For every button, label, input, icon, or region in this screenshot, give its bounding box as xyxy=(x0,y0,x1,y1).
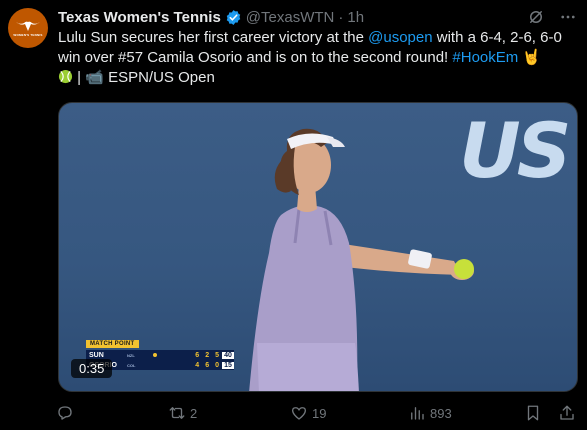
hashtag-link[interactable]: #HookEm xyxy=(452,49,518,66)
credit-text: | 📹 ESPN/US Open xyxy=(73,69,215,86)
serve-indicator-icon xyxy=(153,353,157,357)
author-handle[interactable]: @TexasWTN xyxy=(246,9,335,26)
like-count: 19 xyxy=(312,405,327,421)
tweet-text: Lulu Sun secures her first career victor… xyxy=(58,28,578,88)
tweet-text-part: Lulu Sun secures her first career victor… xyxy=(58,29,369,46)
like-icon xyxy=(291,407,307,420)
author-name[interactable]: Texas Women's Tennis xyxy=(58,9,221,26)
set-scores: 6 2 5 xyxy=(195,352,219,359)
tennis-ball-emoji xyxy=(58,69,73,84)
set-score: 2 xyxy=(205,351,210,359)
tweet-header: Texas Women's Tennis @TexasWTN · 1h xyxy=(58,7,577,27)
author-avatar[interactable]: WOMEN'S TENNIS xyxy=(8,8,48,48)
game-points: 15 xyxy=(222,361,234,369)
grok-icon[interactable] xyxy=(527,8,545,26)
bookmark-icon xyxy=(527,405,539,421)
bookmark-button[interactable] xyxy=(524,404,542,422)
views-count: 893 xyxy=(430,405,452,421)
views-button[interactable]: 893 xyxy=(408,404,452,422)
retweet-button[interactable]: 2 xyxy=(168,404,197,422)
video-player[interactable]: US MATCH POINT SUN NZL 6 2 5 40 COL 4 6 … xyxy=(58,102,578,392)
retweet-icon xyxy=(169,407,185,419)
set-score: 5 xyxy=(215,351,219,359)
player-name: SUN xyxy=(89,351,104,359)
tweet-action-bar: 2 19 893 xyxy=(56,402,580,424)
player-country: COL xyxy=(127,362,136,368)
game-points: 40 xyxy=(222,351,234,359)
set-score: 0 xyxy=(215,361,219,369)
separator-dot: · xyxy=(338,8,344,26)
reply-icon xyxy=(58,406,72,420)
verified-badge-icon[interactable] xyxy=(225,9,242,26)
set-score: 6 xyxy=(195,351,200,359)
longhorn-logo-icon xyxy=(16,21,40,31)
views-icon xyxy=(411,407,424,420)
header-actions xyxy=(527,8,577,26)
match-point-label: MATCH POINT xyxy=(86,340,139,348)
horns-emoji: 🤘 xyxy=(518,49,542,66)
more-icon[interactable] xyxy=(559,8,577,26)
video-duration: 0:35 xyxy=(71,359,113,378)
share-icon xyxy=(560,405,574,420)
share-button[interactable] xyxy=(558,404,576,422)
like-button[interactable]: 19 xyxy=(290,404,326,422)
set-scores: 4 6 0 xyxy=(195,362,219,369)
tweet-time[interactable]: 1h xyxy=(347,9,364,26)
set-score: 6 xyxy=(205,361,210,369)
reply-button[interactable] xyxy=(56,404,78,422)
set-score: 4 xyxy=(195,361,200,369)
player-country: NZL xyxy=(127,352,135,358)
retweet-count: 2 xyxy=(190,405,198,421)
avatar-text: WOMEN'S TENNIS xyxy=(13,32,43,37)
mention-link[interactable]: @usopen xyxy=(368,29,432,46)
